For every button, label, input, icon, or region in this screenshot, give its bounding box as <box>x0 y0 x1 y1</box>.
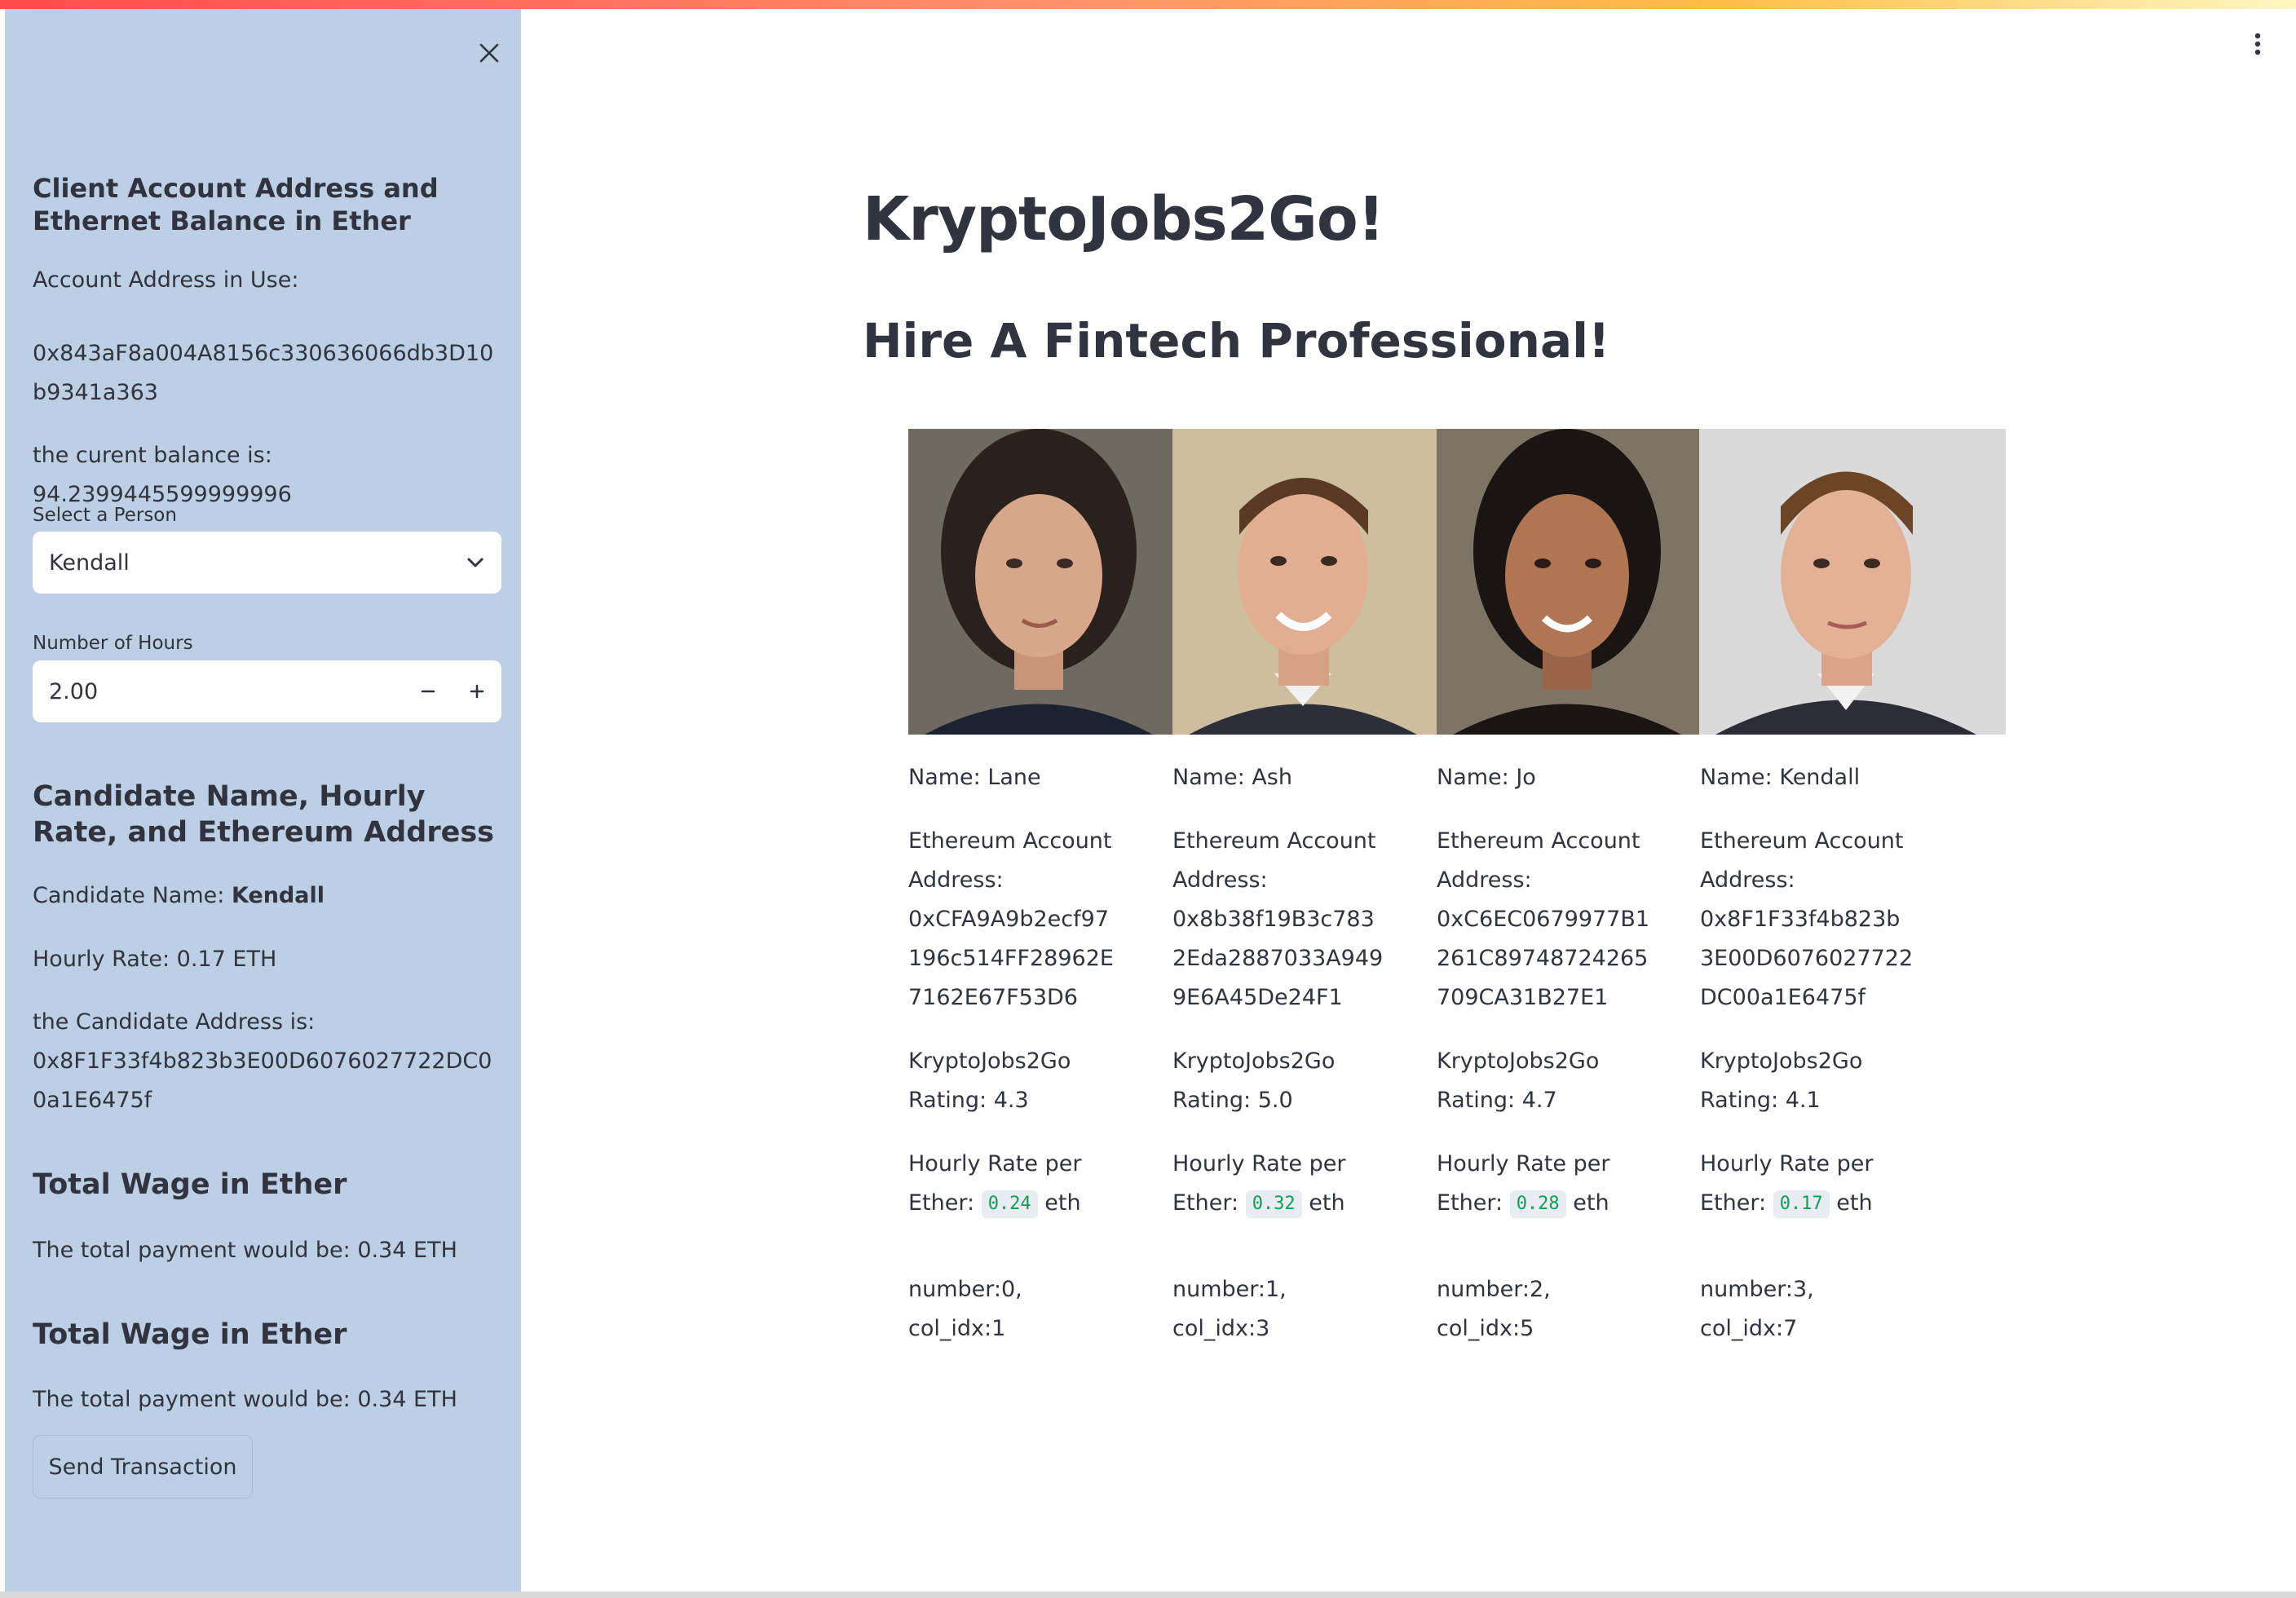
rating: KryptoJobs2Go Rating: 5.0 <box>1172 1048 1336 1113</box>
candidate-card-ash: Name: Ash Ethereum Account Address: 0x8b… <box>1172 758 1417 1349</box>
window-bottom-edge <box>0 1591 2296 1598</box>
main-menu-button[interactable] <box>2244 26 2272 62</box>
account-address: 0x8b38f19B3c7832Eda2887033A9499E6A45De24… <box>1172 907 1384 1010</box>
col-idx-label: col_idx:5 <box>1437 1316 1534 1341</box>
candidate-card-kendall: Name: Kendall Ethereum Account Address: … <box>1700 758 1945 1349</box>
col-idx-label: col_idx:1 <box>908 1316 1006 1341</box>
candidate-photos <box>908 429 2006 735</box>
candidate-name: Name: Jo <box>1437 765 1536 790</box>
number-label: number:1, <box>1172 1277 1287 1302</box>
account-address: 0x8F1F33f4b823b3E00D6076027722DC00a1E647… <box>1700 907 1914 1010</box>
hourly-rate: Hourly Rate per Ether: 0.32 eth <box>1172 1145 1376 1223</box>
candidate-name: Name: Kendall <box>1700 765 1861 790</box>
total-wage-heading-2: Total Wage in Ether <box>33 1318 347 1351</box>
rating: KryptoJobs2Go Rating: 4.1 <box>1700 1048 1863 1113</box>
hours-number-input: 2.00 <box>33 660 501 722</box>
hourly-rate-text: Hourly Rate: 0.17 ETH <box>33 947 277 972</box>
balance-text: the curent balance is: 94.23994455999999… <box>33 443 292 507</box>
send-transaction-button[interactable]: Send Transaction <box>33 1435 253 1499</box>
account-label: Account Address in Use: <box>33 267 299 293</box>
hourly-rate: Hourly Rate per Ether: 0.17 eth <box>1700 1145 1904 1223</box>
top-decoration-bar <box>0 0 2296 9</box>
candidate-name: Name: Lane <box>908 765 1041 790</box>
account-label: Ethereum Account Address: <box>1437 828 1640 893</box>
close-icon <box>479 43 499 63</box>
candidate-name: Kendall <box>231 883 325 908</box>
increment-hours-button[interactable] <box>453 660 501 722</box>
account-label: Ethereum Account Address: <box>1700 828 1904 893</box>
candidate-name-prefix: Candidate Name: <box>33 883 232 908</box>
candidate-card-jo: Name: Jo Ethereum Account Address: 0xC6E… <box>1437 758 1681 1349</box>
candidate-photo-lane <box>908 429 1172 735</box>
hourly-rate: Hourly Rate per Ether: 0.24 eth <box>908 1145 1112 1223</box>
candidate-heading: Candidate Name, Hourly Rate, and Ethereu… <box>33 780 495 849</box>
plus-icon <box>470 684 484 699</box>
candidate-address: 0x8F1F33f4b823b3E00D6076027722DC00a1E647… <box>33 1048 492 1113</box>
app-window: Client Account Address and Ethernet Bala… <box>0 0 2296 1598</box>
account-address: 0x843aF8a004A8156c330636066db3D10b9341a3… <box>33 341 494 405</box>
account-address: 0xC6EC0679977B1261C89748724265709CA31B27… <box>1437 907 1650 1010</box>
hours-label: Number of Hours <box>33 633 193 654</box>
chevron-down-icon <box>467 558 483 567</box>
hourly-rate: Hourly Rate per Ether: 0.28 eth <box>1437 1145 1640 1223</box>
candidate-name-line: Candidate Name: Kendall <box>33 876 497 916</box>
candidate-photo-ash <box>1172 429 1437 735</box>
kebab-menu-icon <box>2254 33 2261 55</box>
rate-suffix: eth <box>1301 1190 1345 1216</box>
candidate-card-lane: Name: Lane Ethereum Account Address: 0xC… <box>908 758 1153 1349</box>
number-label: number:0, <box>908 1277 1022 1302</box>
rate-value: 0.28 <box>1509 1190 1566 1218</box>
total-wage-text-1: The total payment would be: 0.34 ETH <box>33 1238 457 1263</box>
col-idx-label: col_idx:7 <box>1700 1316 1798 1341</box>
sidebar: Client Account Address and Ethernet Bala… <box>5 9 521 1591</box>
rate-suffix: eth <box>1829 1190 1873 1216</box>
select-person-value: Kendall <box>49 550 130 576</box>
page-title: KryptoJobs2Go! <box>863 184 1384 254</box>
page-subtitle: Hire A Fintech Professional! <box>863 313 1610 369</box>
account-label: Ethereum Account Address: <box>908 828 1112 893</box>
account-label: Ethereum Account Address: <box>1172 828 1376 893</box>
hours-input[interactable]: 2.00 <box>33 679 404 704</box>
candidate-name: Name: Ash <box>1172 765 1292 790</box>
decrement-hours-button[interactable] <box>404 660 453 722</box>
candidate-photo-kendall <box>1699 429 2006 735</box>
account-address: 0xCFA9A9b2ecf97196c514FF28962E7162E67F53… <box>908 907 1114 1010</box>
total-wage-heading-1: Total Wage in Ether <box>33 1168 347 1201</box>
account-heading: Client Account Address and Ethernet Bala… <box>33 173 439 236</box>
candidate-address-label: the Candidate Address is: <box>33 1009 316 1035</box>
number-label: number:3, <box>1700 1277 1814 1302</box>
rate-value: 0.17 <box>1773 1190 1830 1218</box>
rate-value: 0.32 <box>1245 1190 1302 1218</box>
rating: KryptoJobs2Go Rating: 4.7 <box>1437 1048 1600 1113</box>
select-person-dropdown[interactable]: Kendall <box>33 532 501 594</box>
rate-suffix: eth <box>1565 1190 1609 1216</box>
rate-suffix: eth <box>1037 1190 1081 1216</box>
close-sidebar-button[interactable] <box>470 33 509 73</box>
rating: KryptoJobs2Go Rating: 4.3 <box>908 1048 1071 1113</box>
col-idx-label: col_idx:3 <box>1172 1316 1270 1341</box>
minus-icon <box>421 690 435 693</box>
rate-value: 0.24 <box>981 1190 1038 1218</box>
number-label: number:2, <box>1437 1277 1551 1302</box>
select-person-label: Select a Person <box>33 505 177 526</box>
candidate-photo-jo <box>1437 429 1699 735</box>
total-wage-text-2: The total payment would be: 0.34 ETH <box>33 1387 457 1412</box>
